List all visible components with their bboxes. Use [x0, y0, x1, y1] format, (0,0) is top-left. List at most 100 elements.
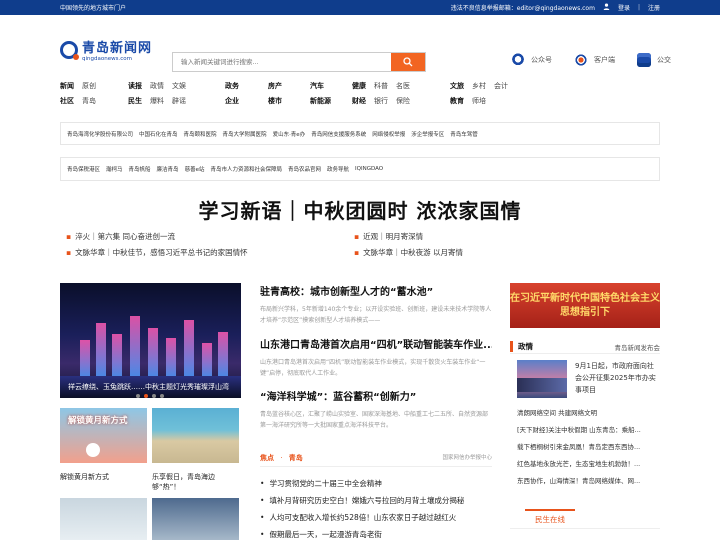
bus-label: 公交	[657, 56, 671, 64]
nav-item[interactable]: 汽车	[310, 79, 331, 94]
list-item[interactable]: 清朗网络空间 共建网络文明	[517, 407, 660, 417]
thumbnail-image[interactable]	[152, 498, 239, 540]
nav-item[interactable]: 银行	[374, 94, 388, 109]
sublink[interactable]: 文脉华章｜中秋夜游 以月寄情	[354, 247, 494, 258]
sublink[interactable]: 淬火｜第六集 同心奋进创一流	[66, 231, 354, 242]
bus-icon	[637, 53, 651, 67]
story-summary: 布局新兴学科，5年新增140余个专业；以开设实验班、创新班，建设未来技术学院等人…	[260, 306, 492, 324]
slider-dot[interactable]	[152, 394, 156, 398]
story-title[interactable]: 驻青高校：城市创新型人才的“蓄水池”	[260, 283, 492, 298]
politics-header: 政情 青岛新闻发布会	[510, 340, 660, 354]
partner-link[interactable]: 爱山东·青e办	[273, 130, 306, 138]
slider-dot[interactable]	[136, 394, 140, 398]
search-bar	[172, 52, 426, 72]
nav-item[interactable]: 房产	[268, 79, 282, 94]
nav-item[interactable]: 楼市	[268, 94, 282, 109]
thumbnail-caption[interactable]: 乐享假日，青岛海边够“热”！	[152, 472, 232, 492]
headline[interactable]: 学习新语｜中秋团圆时 浓浓家国情	[0, 195, 720, 224]
politics-source[interactable]: 青岛新闻发布会	[615, 342, 661, 352]
nav-item[interactable]: 民生	[128, 94, 142, 109]
nav-item[interactable]: 青岛	[82, 94, 96, 109]
focus-label[interactable]: 焦点	[260, 454, 274, 462]
search-input[interactable]	[173, 53, 391, 71]
nav-item[interactable]: 乡村	[472, 79, 486, 94]
wechat-link[interactable]: 公众号	[511, 53, 552, 67]
nav-item[interactable]: 新闻	[60, 79, 74, 94]
partner-link[interactable]: 青岛网信支援服务系统	[311, 130, 366, 138]
nav-item[interactable]: 名医	[396, 79, 410, 94]
list-item[interactable]: 东西协作，山海情深！青岛网络媒体、网...	[517, 475, 660, 485]
theme-banner[interactable]: 在习近平新时代中国特色社会主义思想指引下	[510, 283, 660, 328]
list-item[interactable]: 红色基地永放光芒，生态宝地生机勃勃！...	[517, 458, 660, 468]
partner-link[interactable]: 政务导航	[327, 165, 349, 173]
thumbnail-image[interactable]	[60, 498, 147, 540]
nav-item[interactable]: 社区	[60, 94, 74, 109]
nav-item[interactable]: 政务	[225, 79, 239, 94]
list-item[interactable]: 载下栖桐树引来金凤凰！青岛定西东西协...	[517, 441, 660, 451]
nav-item[interactable]: 新能源	[310, 94, 331, 109]
nav-item[interactable]: 文娱	[172, 79, 186, 94]
nav-item[interactable]: 科普	[374, 79, 388, 94]
politics-title[interactable]: 政情	[510, 341, 533, 352]
partner-link[interactable]: 青岛颐和医院	[184, 130, 217, 138]
nav-item[interactable]: 师培	[472, 94, 486, 109]
list-item[interactable]: 学习贯彻党的二十届三中全会精神	[260, 478, 464, 489]
story-title[interactable]: “海洋科学城”：蓝谷蓄积“创新力”	[260, 388, 492, 403]
slider-image-part	[148, 328, 158, 378]
thumbnail-image[interactable]: 解锁黄月新方式	[60, 408, 147, 463]
bus-link[interactable]: 公交	[637, 53, 671, 67]
partner-link[interactable]: 廉洁青岛	[157, 165, 179, 173]
focus-city[interactable]: 青岛	[289, 454, 303, 462]
nav-item[interactable]: 文旅	[450, 79, 464, 94]
nav-item[interactable]: 企业	[225, 94, 239, 109]
login-link[interactable]: 登录	[618, 3, 630, 12]
nav-item[interactable]: 爆料	[150, 94, 164, 109]
nav-item[interactable]: 辟谣	[172, 94, 186, 109]
partner-link[interactable]: 青岛市人力资源和社会保障局	[210, 165, 282, 173]
search-button[interactable]	[391, 53, 425, 71]
nav-item[interactable]: 健康	[352, 79, 366, 94]
partner-link[interactable]: 青岛农品官网	[288, 165, 321, 173]
register-link[interactable]: 注册	[648, 3, 660, 12]
partner-link[interactable]: 瀚柯马	[106, 165, 123, 173]
partner-link[interactable]: 青岛海湾化学股份有限公司	[67, 130, 133, 138]
focus-source[interactable]: 国家网信办举报中心	[442, 453, 492, 466]
thumbnail-caption[interactable]: 解锁黄月新方式	[60, 472, 109, 482]
app-link[interactable]: 客户端	[574, 53, 615, 67]
list-item[interactable]: 假期最后一天，一起漫游青岛老街	[260, 529, 464, 540]
list-item[interactable]: [天下财经]关注中秋假期 山东青岛：乘船...	[517, 424, 660, 434]
partner-link[interactable]: IQINGDAO	[355, 166, 383, 172]
nav-item[interactable]: 读报	[128, 79, 142, 94]
partner-link[interactable]: 青岛保税港区	[67, 165, 100, 173]
photo-slider[interactable]: 祥云缭绕、玉兔跳跃……中秋主题灯光秀璀璨浮山湾	[60, 283, 241, 398]
nav-item[interactable]: 保险	[396, 94, 410, 109]
partner-link[interactable]: 青岛帆船	[129, 165, 151, 173]
story-title[interactable]: 山东港口青岛港首次启用“四机”联动智能装车作业...	[260, 336, 492, 351]
list-item[interactable]: 填补月背研究历史空白！嫦娥六号拉回的月背土壤成分揭秘	[260, 495, 464, 506]
nav-group-culture: 文旅 教育 乡村 师培 会计	[450, 79, 508, 109]
thumbnail-image[interactable]	[152, 408, 239, 463]
partner-link[interactable]: 青岛大学附属医院	[223, 130, 267, 138]
slider-image-part	[112, 334, 122, 378]
list-item[interactable]: 人均可支配收入增长约528倍！山东农家日子越过越红火	[260, 512, 464, 523]
slider-dot-active[interactable]	[144, 394, 148, 398]
sublink[interactable]: 近观｜明月寄深情	[354, 231, 494, 242]
nav-item[interactable]: 教育	[450, 94, 464, 109]
partner-link[interactable]: 慈善e站	[185, 165, 205, 173]
partner-link[interactable]: 中国石化在青岛	[139, 130, 178, 138]
partner-link[interactable]: 青岛车驾管	[450, 130, 478, 138]
slider-dot[interactable]	[160, 394, 164, 398]
politics-feature-text[interactable]: 9月1日起，市政府面向社会公开征集2025年市办实事项目	[575, 360, 657, 396]
nav-item[interactable]: 会计	[494, 79, 508, 94]
report-email-link[interactable]: 违法不良信息举报邮箱：editor@qingdaonews.com	[451, 3, 595, 12]
sublink[interactable]: 文脉华章｜中秋佳节，感悟习近平总书记的家国情怀	[66, 247, 354, 258]
partner-link[interactable]: 网络侵权举报	[372, 130, 405, 138]
nav-item[interactable]: 财经	[352, 94, 366, 109]
partner-link[interactable]: 涉企举报专区	[411, 130, 444, 138]
politics-image[interactable]	[517, 360, 567, 398]
tab-livelihood[interactable]: 民生在线	[525, 509, 575, 529]
nav-item[interactable]: 原创	[82, 79, 96, 94]
nav-item[interactable]: 政情	[150, 79, 164, 94]
slider-caption[interactable]: 祥云缭绕、玉兔跳跃……中秋主题灯光秀璀璨浮山湾	[68, 382, 229, 392]
site-logo[interactable]: 青岛新闻网 qingdaonews.com	[60, 37, 152, 62]
